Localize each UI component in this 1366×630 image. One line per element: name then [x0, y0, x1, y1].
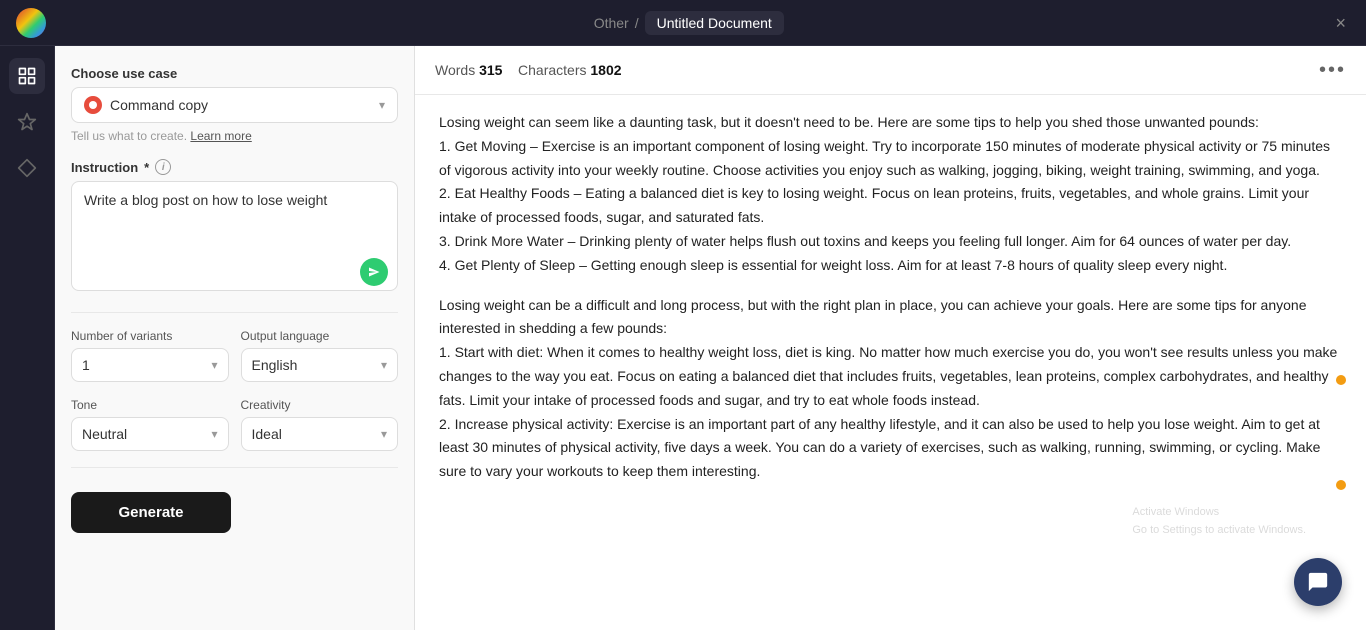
variants-label: Number of variants — [71, 329, 229, 343]
divider-2 — [71, 467, 398, 468]
variants-dropdown[interactable]: 1 ▾ — [71, 348, 229, 382]
divider-1 — [71, 312, 398, 313]
breadcrumb-separator: / — [635, 15, 639, 31]
right-panel: Words 315 Characters 1802 ••• Losing wei… — [415, 46, 1366, 630]
tone-group: Tone Neutral ▾ — [71, 398, 229, 451]
icon-sidebar — [0, 46, 55, 630]
topbar-center: Other / Untitled Document — [594, 11, 784, 35]
instruction-label: Instruction — [71, 160, 138, 175]
language-chevron-icon: ▾ — [381, 358, 387, 372]
sidebar-icon-blocks[interactable] — [9, 58, 45, 94]
more-options-button[interactable]: ••• — [1319, 60, 1346, 80]
creativity-chevron-icon: ▾ — [381, 427, 387, 441]
sidebar-icon-sparkle[interactable] — [9, 104, 45, 140]
word-count-value: 315 — [479, 62, 502, 78]
paragraph-2: Losing weight can be a difficult and lon… — [439, 294, 1342, 484]
word-count-label: Words — [435, 62, 475, 78]
char-count-label: Characters — [518, 62, 586, 78]
tone-value: Neutral — [82, 426, 127, 442]
creativity-value: Ideal — [252, 426, 282, 442]
variants-chevron-icon: ▾ — [211, 358, 217, 372]
creativity-dropdown[interactable]: Ideal ▾ — [241, 417, 399, 451]
tone-label: Tone — [71, 398, 229, 412]
language-label: Output language — [241, 329, 399, 343]
topbar: Other / Untitled Document × — [0, 0, 1366, 46]
generate-button-wrapper: Generate — [71, 492, 398, 533]
info-icon: i — [155, 159, 171, 175]
windows-watermark: Activate WindowsGo to Settings to activa… — [1132, 503, 1306, 540]
tone-creativity-row: Tone Neutral ▾ Creativity Ideal ▾ — [71, 398, 398, 451]
variants-group: Number of variants 1 ▾ — [71, 329, 229, 382]
chat-bubble-button[interactable] — [1294, 558, 1342, 606]
close-button[interactable]: × — [1331, 10, 1350, 36]
main-layout: Choose use case Command copy ▾ Tell us w… — [0, 46, 1366, 630]
dot-indicator-top — [1336, 375, 1346, 385]
creativity-label: Creativity — [241, 398, 399, 412]
chevron-down-icon: ▾ — [379, 98, 385, 112]
sidebar-icon-diamond[interactable] — [9, 150, 45, 186]
variants-value: 1 — [82, 357, 90, 373]
language-group: Output language English ▾ — [241, 329, 399, 382]
use-case-section: Choose use case Command copy ▾ Tell us w… — [71, 66, 398, 143]
dot-indicator-bottom — [1336, 480, 1346, 490]
word-count: Words 315 Characters 1802 — [435, 62, 622, 78]
tone-chevron-icon: ▾ — [211, 427, 217, 441]
help-text: Tell us what to create. Learn more — [71, 129, 398, 143]
content-body[interactable]: Losing weight can seem like a daunting t… — [415, 95, 1366, 630]
creativity-group: Creativity Ideal ▾ — [241, 398, 399, 451]
instruction-header: Instruction * i — [71, 159, 398, 175]
learn-more-link[interactable]: Learn more — [190, 129, 251, 143]
use-case-dropdown[interactable]: Command copy ▾ — [71, 87, 398, 123]
document-title[interactable]: Untitled Document — [645, 11, 784, 35]
variants-language-row: Number of variants 1 ▾ Output language E… — [71, 329, 398, 382]
use-case-dropdown-left: Command copy — [84, 96, 208, 114]
topbar-left — [16, 8, 46, 38]
tone-dropdown[interactable]: Neutral ▾ — [71, 417, 229, 451]
paragraph-1: Losing weight can seem like a daunting t… — [439, 111, 1342, 278]
topbar-right: × — [1331, 10, 1350, 36]
textarea-submit-button[interactable] — [360, 258, 388, 286]
content-toolbar: Words 315 Characters 1802 ••• — [415, 46, 1366, 95]
generate-button[interactable]: Generate — [71, 492, 231, 533]
language-value: English — [252, 357, 298, 373]
breadcrumb-other: Other — [594, 15, 629, 31]
use-case-label: Choose use case — [71, 66, 398, 81]
textarea-wrapper — [71, 181, 398, 296]
char-count-value: 1802 — [590, 62, 621, 78]
language-dropdown[interactable]: English ▾ — [241, 348, 399, 382]
left-panel: Choose use case Command copy ▾ Tell us w… — [55, 46, 415, 630]
instruction-section: Instruction * i — [71, 159, 398, 296]
instruction-input[interactable] — [71, 181, 398, 291]
required-star: * — [144, 160, 149, 175]
use-case-value: Command copy — [110, 97, 208, 113]
app-logo — [16, 8, 46, 38]
use-case-icon — [84, 96, 102, 114]
